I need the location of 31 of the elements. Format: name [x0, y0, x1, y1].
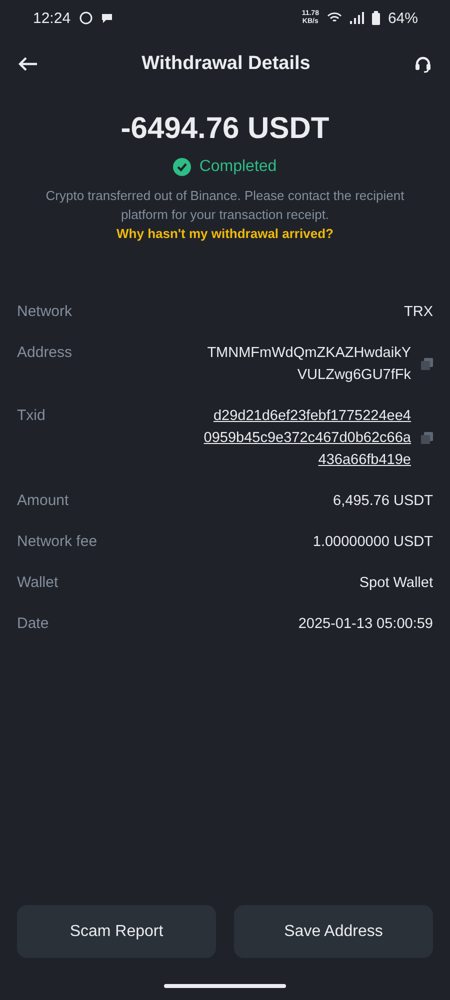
action-button[interactable]: Scam Report: [17, 905, 216, 958]
battery-level: 64%: [388, 10, 418, 26]
message-icon: [100, 12, 113, 24]
info-text: Crypto transferred out of Binance. Please contact the recipient platform for your transaction receipt.: [44, 187, 406, 224]
clock-time: 12:24: [33, 10, 71, 26]
detail-label: Txid: [17, 406, 46, 426]
status-label: Completed: [199, 158, 277, 176]
detail-value: 1.00000000 USDT: [312, 533, 433, 552]
detail-value: Spot Wallet: [359, 574, 433, 593]
signal-icon: [350, 12, 364, 24]
detail-label: Date: [17, 614, 49, 634]
battery-icon: [372, 11, 380, 25]
copy-icon[interactable]: [421, 358, 433, 370]
detail-value: 2025-01-13 05:00:59: [298, 615, 433, 634]
help-link[interactable]: Why hasn't my withdrawal arrived?: [116, 226, 334, 241]
headset-icon[interactable]: [414, 55, 432, 73]
detail-label: Network: [17, 302, 72, 322]
txid-link[interactable]: d29d21d6ef23febf1775224ee4 0959b45c9e372c467d0b62c66a 436a66fb419e: [204, 405, 411, 471]
detail-value: TRX: [404, 303, 433, 322]
detail-label: Network fee: [17, 532, 98, 552]
detail-value: 6,495.76 USDT: [333, 492, 433, 511]
wifi-icon: [326, 12, 342, 24]
action-button[interactable]: Save Address: [234, 905, 433, 958]
detail-label: Wallet: [17, 573, 58, 593]
copy-icon[interactable]: [421, 432, 433, 444]
detail-label: Address: [17, 343, 72, 363]
page-title: Withdrawal Details: [140, 53, 312, 75]
detail-value: TMNMFmWdQmZKAZHwdaikY VULZwg6GU7fFk: [207, 344, 411, 385]
back-arrow-icon[interactable]: [18, 56, 38, 72]
withdrawal-amount: -6494.76 USDT: [120, 112, 330, 146]
detail-label: Amount: [17, 491, 69, 511]
